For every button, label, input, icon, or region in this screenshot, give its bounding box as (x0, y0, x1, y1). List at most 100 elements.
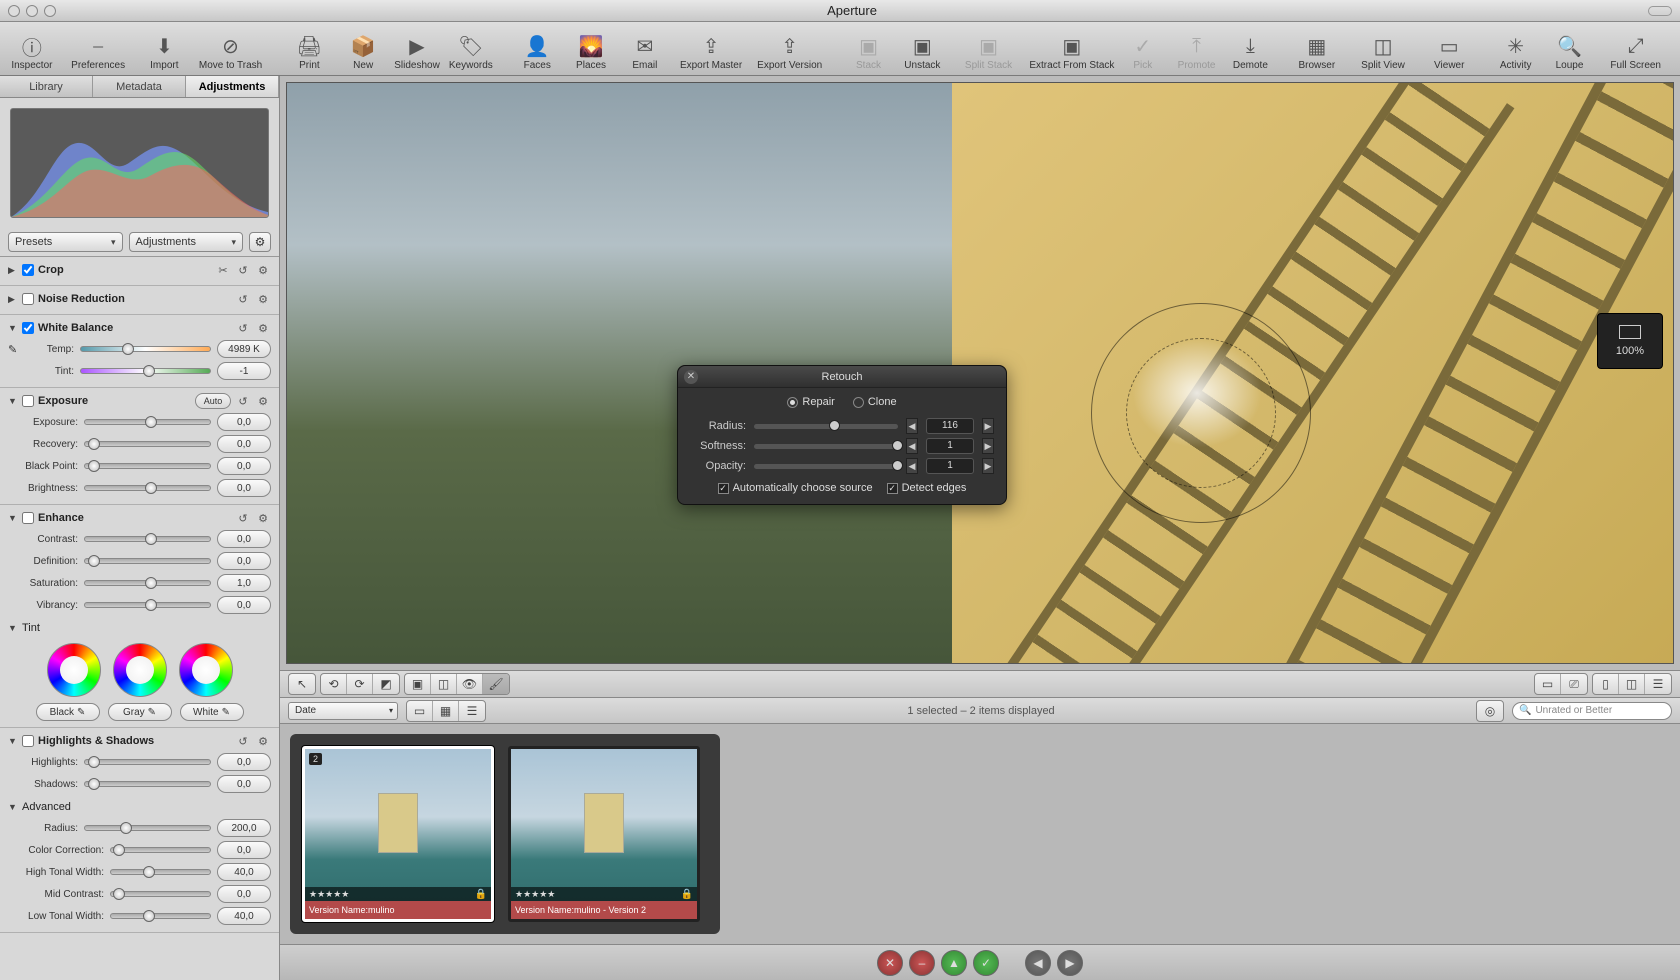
straighten-icon[interactable]: ◩ (373, 674, 399, 694)
wb-tint-value[interactable]: -1 (217, 362, 271, 380)
gear-icon[interactable]: ⚙ (255, 735, 271, 748)
reset-icon[interactable]: ↺ (235, 395, 251, 408)
retouch-auto-source-checkbox[interactable]: ✓Automatically choose source (718, 482, 873, 494)
param-slider[interactable] (84, 759, 211, 765)
stepper-up-icon[interactable]: ▶ (982, 458, 994, 474)
retouch-hud[interactable]: ✕ Retouch Repair Clone Radius: ◀ 116 ▶ (677, 365, 1007, 505)
tint-white-button[interactable]: White✎ (180, 703, 244, 721)
toolbar-export-master[interactable]: ⇪Export Master (673, 30, 750, 75)
rate-up-button[interactable]: ▲ (941, 950, 967, 976)
layout-b-icon[interactable]: ◫ (1619, 674, 1645, 694)
param-slider[interactable] (84, 580, 211, 586)
toolbar-activity[interactable]: ✳Activity (1490, 30, 1542, 75)
reset-icon[interactable]: ↺ (235, 735, 251, 748)
param-value[interactable]: 40,0 (217, 863, 271, 881)
toolbar-unstack[interactable]: ▣Unstack (896, 30, 948, 75)
view-list-icon[interactable]: ☰ (459, 701, 485, 721)
close-window-button[interactable] (8, 5, 20, 17)
param-value[interactable]: 0,0 (217, 530, 271, 548)
tab-library[interactable]: Library (0, 76, 93, 97)
reset-icon[interactable]: ↺ (235, 293, 251, 306)
toolbar-keywords[interactable]: 🏷Keywords (445, 30, 497, 75)
thumbnail[interactable]: ★★★★★🔒Version Name: mulino - Version 2 (508, 746, 700, 922)
layout-a-icon[interactable]: ▯ (1593, 674, 1619, 694)
tint-wheel-black[interactable] (47, 643, 101, 697)
image-viewer[interactable]: 100% ✕ Retouch Repair Clone Radius: ◀ (286, 82, 1674, 664)
unrate-button[interactable]: – (909, 950, 935, 976)
tint-wheel-white[interactable] (179, 643, 233, 697)
reject-button[interactable]: ✕ (877, 950, 903, 976)
param-value[interactable]: 0,0 (217, 552, 271, 570)
toolbar-extract-from-stack[interactable]: ▣Extract From Stack (1029, 30, 1115, 75)
arrow-tool-icon[interactable]: ↖ (289, 674, 315, 694)
adjustments-gear-icon[interactable]: ⚙ (249, 232, 271, 252)
zoom-hud[interactable]: 100% (1597, 313, 1663, 369)
zoom-window-button[interactable] (44, 5, 56, 17)
stepper-down-icon[interactable]: ◀ (906, 438, 918, 454)
param-slider[interactable] (84, 781, 211, 787)
minimize-window-button[interactable] (26, 5, 38, 17)
toolbar-toggle-pill[interactable] (1648, 6, 1672, 16)
filter-hud-icon[interactable]: ◎ (1477, 701, 1503, 721)
view-grid-icon[interactable]: ▦ (433, 701, 459, 721)
param-value[interactable]: 0,0 (217, 775, 271, 793)
retouch-radius-value[interactable]: 116 (926, 418, 974, 434)
param-slider[interactable] (84, 825, 211, 831)
retouch-mode-repair[interactable]: Repair (787, 396, 834, 408)
param-value[interactable]: 1,0 (217, 574, 271, 592)
disclosure-icon[interactable]: ▼ (8, 623, 18, 633)
tint-gray-button[interactable]: Gray✎ (108, 703, 172, 721)
toolbar-email[interactable]: ✉Email (619, 30, 671, 75)
stepper-down-icon[interactable]: ◀ (906, 418, 918, 434)
wb-tint-slider[interactable] (80, 368, 211, 374)
toolbar-demote[interactable]: ⤓Demote (1224, 30, 1276, 75)
param-slider[interactable] (110, 847, 211, 853)
disclosure-icon[interactable]: ▼ (8, 323, 18, 333)
search-input[interactable]: 🔍 Unrated or Better (1512, 702, 1672, 720)
retouch-opacity-value[interactable]: 1 (926, 458, 974, 474)
stepper-down-icon[interactable]: ◀ (906, 458, 918, 474)
gear-icon[interactable]: ⚙ (255, 395, 271, 408)
param-value[interactable]: 200,0 (217, 819, 271, 837)
disclosure-icon[interactable]: ▶ (8, 294, 18, 305)
wb-temp-slider[interactable] (80, 346, 211, 352)
noise-enable-checkbox[interactable] (22, 293, 34, 305)
param-slider[interactable] (110, 891, 211, 897)
retouch-mode-clone[interactable]: Clone (853, 396, 897, 408)
disclosure-icon[interactable]: ▼ (8, 736, 18, 746)
toolbar-viewer[interactable]: ▭Viewer (1423, 30, 1475, 75)
gear-icon[interactable]: ⚙ (255, 293, 271, 306)
wb-enable-checkbox[interactable] (22, 322, 34, 334)
retouch-softness-slider[interactable] (754, 444, 898, 449)
tab-metadata[interactable]: Metadata (93, 76, 186, 97)
close-icon[interactable]: ✕ (684, 370, 698, 384)
hs-enable-checkbox[interactable] (22, 735, 34, 747)
toolbar-import[interactable]: ⬇Import (138, 30, 190, 75)
param-value[interactable]: 0,0 (217, 885, 271, 903)
retouch-detect-edges-checkbox[interactable]: ✓Detect edges (887, 482, 967, 494)
param-value[interactable]: 0,0 (217, 596, 271, 614)
param-slider[interactable] (110, 869, 211, 875)
retouch-opacity-slider[interactable] (754, 464, 898, 469)
param-slider[interactable] (110, 913, 211, 919)
tint-black-button[interactable]: Black✎ (36, 703, 100, 721)
toolbar-preferences[interactable]: ⎯Preferences (60, 30, 137, 75)
retouch-radius-slider[interactable] (754, 424, 898, 429)
param-value[interactable]: 0,0 (217, 753, 271, 771)
exposure-auto-button[interactable]: Auto (195, 393, 231, 409)
toolbar-inspector[interactable]: ⓘInspector (6, 30, 58, 75)
crop-tool-icon[interactable]: ▣ (405, 674, 431, 694)
next-image-button[interactable]: ▶ (1057, 950, 1083, 976)
view-filmstrip-icon[interactable]: ▭ (407, 701, 433, 721)
gear-icon[interactable]: ⚙ (255, 322, 271, 335)
toolbar-loupe[interactable]: 🔍Loupe (1544, 30, 1596, 75)
param-value[interactable]: 0,0 (217, 413, 271, 431)
retouch-tool-icon[interactable]: 🖌 (483, 674, 509, 694)
toolbar-split-view[interactable]: ◫Split View (1345, 30, 1422, 75)
layout-c-icon[interactable]: ☰ (1645, 674, 1671, 694)
primary-only-icon[interactable]: ▭ (1535, 674, 1561, 694)
param-slider[interactable] (84, 441, 211, 447)
tab-adjustments[interactable]: Adjustments (186, 76, 279, 97)
param-value[interactable]: 0,0 (217, 841, 271, 859)
toolbar-faces[interactable]: 👤Faces (511, 30, 563, 75)
